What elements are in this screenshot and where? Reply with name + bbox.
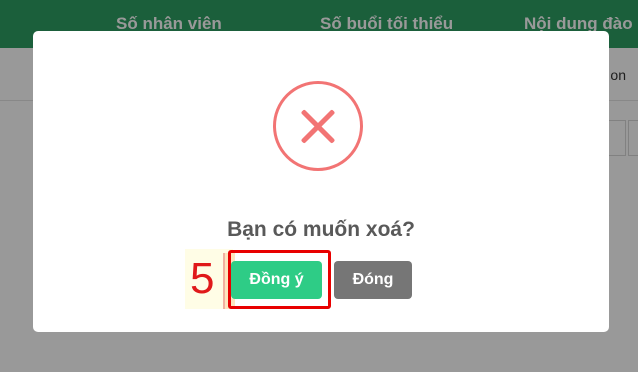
close-button[interactable]: Đóng — [334, 261, 412, 299]
confirm-delete-dialog: Bạn có muốn xoá? 5 Đồng ý Đóng — [33, 31, 609, 332]
step-highlight-box — [228, 250, 331, 309]
step-number: 5 — [190, 254, 215, 303]
error-x-icon — [273, 81, 363, 171]
page: Số nhân viên Số buổi tối thiểu Nội dung … — [0, 0, 638, 372]
dialog-question: Bạn có muốn xoá? — [227, 218, 415, 241]
